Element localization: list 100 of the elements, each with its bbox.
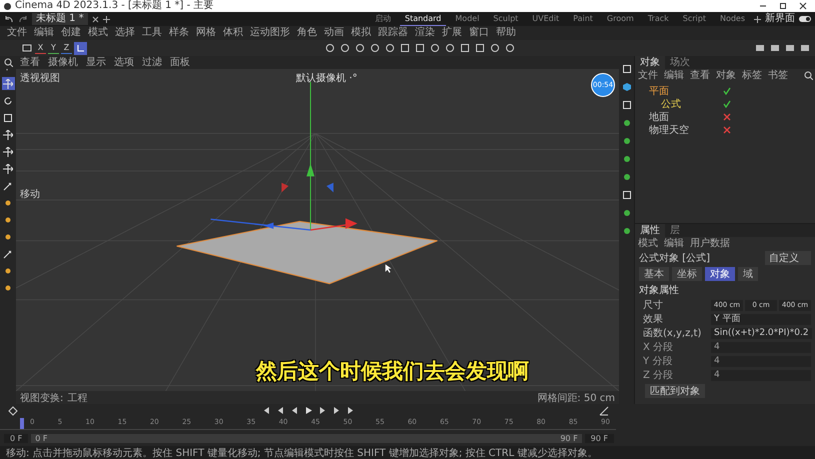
menu-item[interactable]: 渲染 xyxy=(412,27,438,39)
square-icon[interactable] xyxy=(474,42,486,54)
attribute-tab[interactable]: 对象 xyxy=(705,267,735,281)
panel-menu-item[interactable]: 查看 xyxy=(687,70,713,82)
panel-menu-item[interactable]: 文件 xyxy=(635,70,661,82)
search-icon[interactable] xyxy=(802,69,815,82)
attribute-tab[interactable]: 域 xyxy=(738,267,758,281)
check-icon[interactable] xyxy=(723,100,731,108)
panel-menu-item[interactable]: 模式 xyxy=(635,238,661,250)
circle-icon[interactable] xyxy=(428,42,442,54)
cross-icon[interactable] xyxy=(723,112,731,120)
square-icon[interactable] xyxy=(620,98,633,111)
panel-tab[interactable]: 场次 xyxy=(665,56,695,69)
menu-item[interactable]: 动画 xyxy=(321,27,347,39)
start-frame-field[interactable]: 0 F xyxy=(4,434,28,443)
viewport-menu-item[interactable]: 面板 xyxy=(167,56,193,68)
square-icon[interactable] xyxy=(458,42,472,54)
layout-tab[interactable]: Track xyxy=(642,12,674,26)
attribute-tab[interactable]: 坐标 xyxy=(672,267,702,281)
panel-tab[interactable]: 层 xyxy=(665,224,685,237)
menu-item[interactable]: 文件 xyxy=(4,27,30,39)
layout-tab[interactable]: Nodes xyxy=(714,12,750,26)
square-icon[interactable] xyxy=(620,62,633,75)
panel-menu-item[interactable]: 书签 xyxy=(765,70,791,82)
menu-item[interactable]: 运动图形 xyxy=(247,27,293,39)
axis-toggle[interactable]: Y xyxy=(48,42,59,54)
range-slider[interactable]: 0 F 90 F xyxy=(31,434,582,443)
document-tab[interactable]: 未标题 1 * xyxy=(32,13,88,25)
circle-icon[interactable] xyxy=(444,42,456,54)
circle-icon[interactable] xyxy=(338,42,352,54)
menu-item[interactable]: 网格 xyxy=(193,27,219,39)
move-icon[interactable] xyxy=(2,145,14,158)
preset-dropdown[interactable]: 自定义 xyxy=(765,251,811,265)
input-field[interactable]: Sin((x+t)*2.0*PI)*0.2 xyxy=(711,328,812,338)
cross-icon[interactable] xyxy=(723,126,731,134)
panel-menu-item[interactable]: 标签 xyxy=(739,70,765,82)
panel-tab[interactable]: 属性 xyxy=(635,224,665,237)
add-tab-icon[interactable] xyxy=(102,16,110,22)
viewport-menu-item[interactable]: 显示 xyxy=(83,56,109,68)
effect-dropdown[interactable]: Y 平面 xyxy=(711,314,811,324)
new-layout-toggle[interactable] xyxy=(799,16,811,22)
scale-icon[interactable] xyxy=(2,111,14,124)
square-icon[interactable] xyxy=(620,188,633,201)
viewport-menu-item[interactable]: 摄像机 xyxy=(45,56,81,68)
panel-menu-item[interactable]: 编辑 xyxy=(661,238,687,250)
graph-icon[interactable] xyxy=(597,404,610,418)
panel-menu-item[interactable]: 用户数据 xyxy=(687,238,733,250)
menu-item[interactable]: 模拟 xyxy=(348,27,374,39)
square-icon[interactable] xyxy=(398,42,412,54)
check-icon[interactable] xyxy=(723,86,731,94)
layout-tab[interactable]: Groom xyxy=(602,12,639,26)
menu-item[interactable]: 创建 xyxy=(58,27,84,39)
object-item[interactable]: 物理天空 xyxy=(639,122,689,136)
layout-tab[interactable]: Paint xyxy=(568,12,598,26)
panel-menu-item[interactable]: 对象 xyxy=(713,70,739,82)
viewport-menu-item[interactable]: 过滤 xyxy=(139,56,165,68)
end-frame-field[interactable]: 90 F xyxy=(584,434,614,443)
object-item[interactable]: 地面 xyxy=(639,110,669,124)
menu-item[interactable]: 角色 xyxy=(294,27,320,39)
layout-tab[interactable]: 启动 xyxy=(370,12,396,26)
redo-icon[interactable] xyxy=(18,15,28,23)
menu-item[interactable]: 跟踪器 xyxy=(375,27,411,39)
attribute-tab[interactable]: 基本 xyxy=(639,267,669,281)
playhead-handle[interactable] xyxy=(20,418,24,429)
close-icon[interactable] xyxy=(92,16,99,22)
axis-toggle[interactable]: X xyxy=(35,42,46,54)
match-button[interactable]: 匹配到对象 xyxy=(645,384,705,398)
panel-tab[interactable]: 对象 xyxy=(635,56,665,69)
panel-menu-item[interactable]: 编辑 xyxy=(661,70,687,82)
menu-item[interactable]: 体积 xyxy=(220,27,246,39)
move-icon[interactable] xyxy=(2,162,14,175)
menu-item[interactable]: 帮助 xyxy=(493,27,519,39)
object-item[interactable]: 平面 xyxy=(639,84,669,98)
menu-item[interactable]: 模式 xyxy=(85,27,111,39)
search-icon[interactable] xyxy=(2,56,15,69)
circle-icon[interactable] xyxy=(504,42,516,54)
menu-item[interactable]: 扩展 xyxy=(439,27,465,39)
add-layout-icon[interactable] xyxy=(754,16,761,22)
circle-icon[interactable] xyxy=(488,42,502,54)
keyframe-icon[interactable] xyxy=(6,404,19,418)
square-icon[interactable] xyxy=(414,42,426,54)
move-icon[interactable] xyxy=(2,77,14,90)
menu-item[interactable]: 选择 xyxy=(112,27,138,39)
layout-tab[interactable]: UVEdit xyxy=(527,12,564,26)
circle-icon[interactable] xyxy=(368,42,382,54)
coordinate-icon[interactable] xyxy=(74,42,87,54)
move-icon[interactable] xyxy=(2,128,14,141)
viewport-menu-item[interactable]: 选项 xyxy=(111,56,137,68)
circle-icon[interactable] xyxy=(354,42,366,54)
circle-icon[interactable] xyxy=(384,42,396,54)
menu-item[interactable]: 工具 xyxy=(139,27,165,39)
circle-icon[interactable] xyxy=(324,42,336,54)
layout-tab[interactable]: Model xyxy=(450,12,484,26)
menu-item[interactable]: 样条 xyxy=(166,27,192,39)
cube-icon[interactable] xyxy=(620,80,633,93)
viewport-menu-item[interactable]: 查看 xyxy=(17,56,43,68)
menu-item[interactable]: 编辑 xyxy=(31,27,57,39)
layout-tab[interactable]: Sculpt xyxy=(488,12,524,26)
axis-toggle[interactable]: Z xyxy=(61,42,72,54)
object-item[interactable]: 公式 xyxy=(639,96,681,110)
